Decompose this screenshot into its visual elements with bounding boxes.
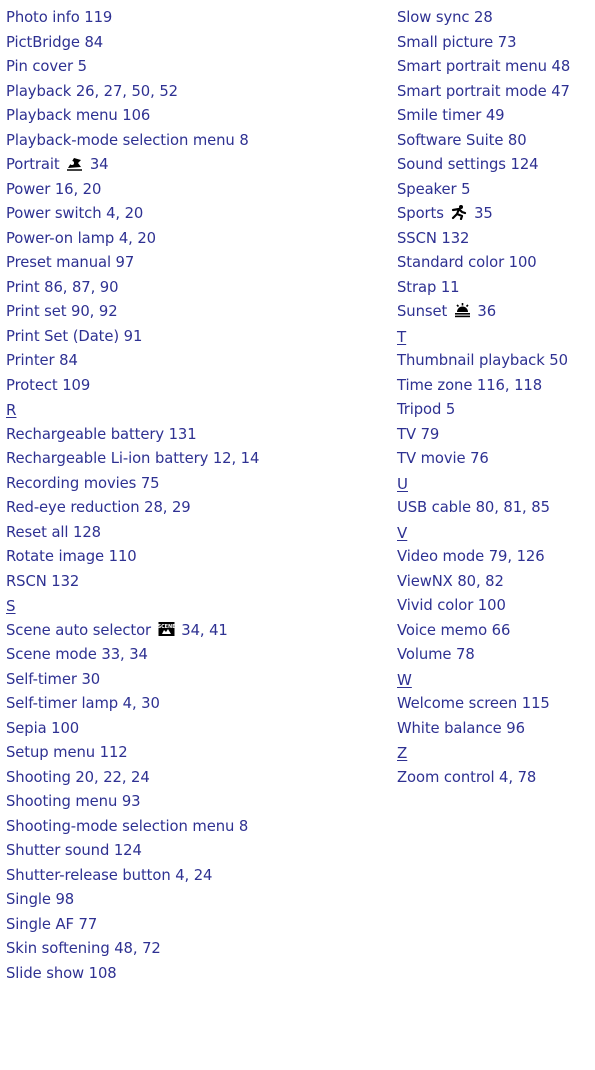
index-entry-label: Sunset bbox=[397, 303, 448, 320]
index-entry: Shooting 20, 22, 24 bbox=[6, 768, 150, 786]
index-entry: Pin cover 5 bbox=[6, 58, 87, 75]
index-letter-heading: W bbox=[397, 670, 412, 689]
scene-auto-icon: SCENE bbox=[158, 621, 175, 637]
index-entry: Rotate image 110 bbox=[6, 548, 137, 565]
index-entry-label: Sports bbox=[397, 205, 444, 222]
index-entry: Video mode 79, 126 bbox=[397, 548, 545, 565]
index-entry: Power 16, 20 bbox=[6, 180, 102, 198]
index-entry: Standard color 100 bbox=[397, 254, 537, 271]
index-entry: Strap 11 bbox=[397, 278, 460, 296]
index-entry: TV 79 bbox=[397, 425, 440, 443]
index-entry: Setup menu 112 bbox=[6, 744, 128, 761]
index-letter-heading: U bbox=[397, 474, 408, 493]
index-entry: Sports 35 bbox=[397, 202, 595, 227]
index-entry: Shutter sound 124 bbox=[6, 842, 142, 859]
index-entry: Smart portrait menu 48 bbox=[397, 58, 571, 75]
index-entry: Preset manual 97 bbox=[6, 254, 135, 271]
index-entry: Slow sync 28 bbox=[397, 9, 493, 26]
index-entry: Time zone 116, 118 bbox=[397, 376, 543, 394]
index-entry: Tripod 5 bbox=[397, 401, 456, 418]
index-entry: Scene mode 33, 34 bbox=[6, 646, 148, 663]
index-entry: Smart portrait mode 47 bbox=[397, 82, 570, 100]
sports-icon bbox=[450, 204, 467, 220]
index-letter-heading: R bbox=[6, 401, 17, 419]
index-entry: Welcome screen 115 bbox=[397, 695, 550, 712]
index-entry-pages: 36 bbox=[477, 303, 497, 320]
index-entry: Rechargeable Li-ion battery 12, 14 bbox=[6, 450, 260, 467]
index-entry-pages: 35 bbox=[474, 205, 493, 222]
index-entry: Thumbnail playback 50 bbox=[397, 352, 568, 369]
index-entry: Software Suite 80 bbox=[397, 131, 527, 149]
index-column-left: Photo info 119 PictBridge 84 Pin cover 5 Pl… bbox=[6, 6, 366, 986]
index-entry: Self-timer lamp 4, 30 bbox=[6, 695, 160, 712]
index-entry: SSCN 132 bbox=[397, 229, 470, 247]
index-entry: Protect 109 bbox=[6, 376, 91, 394]
index-entry: Print 86, 87, 90 bbox=[6, 278, 119, 296]
index-entry: Smile timer 49 bbox=[397, 107, 505, 124]
index-entry: Playback 26, 27, 50, 52 bbox=[6, 82, 178, 100]
index-entry-pages: 34 bbox=[89, 156, 109, 173]
index-entry: Playback menu 106 bbox=[6, 107, 151, 124]
index-entry: Skin softening 48, 72 bbox=[6, 940, 161, 957]
index-letter-heading: Z bbox=[397, 744, 408, 762]
index-entry: Sunset 36 bbox=[397, 300, 595, 325]
portrait-icon bbox=[66, 155, 83, 171]
index-entry: Sepia 100 bbox=[6, 719, 80, 737]
svg-text:SCENE: SCENE bbox=[158, 624, 175, 630]
index-entry: ViewNX 80, 82 bbox=[397, 572, 504, 590]
index-entry: Speaker 5 bbox=[397, 180, 471, 198]
sunset-icon bbox=[454, 302, 471, 318]
index-letter-heading: V bbox=[397, 523, 408, 542]
index-entry: Shooting-mode selection menu 8 bbox=[6, 817, 249, 835]
index-entry-label: Scene auto selector bbox=[6, 621, 152, 639]
index-entry: Zoom control 4, 78 bbox=[397, 768, 537, 786]
index-entry: RSCN 132 bbox=[6, 572, 80, 590]
index-entry: Voice memo 66 bbox=[397, 621, 511, 639]
index-entry: Printer 84 bbox=[6, 352, 78, 369]
index-entry-pages: 34, 41 bbox=[181, 621, 228, 639]
index-entry: Print Set (Date) 91 bbox=[6, 327, 143, 345]
index-entry: Sound settings 124 bbox=[397, 156, 539, 173]
index-entry: Power-on lamp 4, 20 bbox=[6, 229, 156, 247]
index-entry: Print set 90, 92 bbox=[6, 303, 118, 320]
index-entry: Reset all 128 bbox=[6, 523, 101, 541]
index-entry: Self-timer 30 bbox=[6, 670, 101, 688]
index-entry: Portrait 34 bbox=[6, 153, 366, 178]
index-entry: USB cable 80, 81, 85 bbox=[397, 499, 550, 516]
index-entry: Volume 78 bbox=[397, 646, 475, 663]
index-entry: Shutter-release button 4, 24 bbox=[6, 866, 213, 884]
index-entry: Single 98 bbox=[6, 891, 75, 908]
index-entry: TV movie 76 bbox=[397, 450, 489, 467]
index-letter-heading: T bbox=[397, 327, 407, 346]
index-entry: Single AF 77 bbox=[6, 915, 98, 933]
index-letter-heading: S bbox=[6, 597, 16, 615]
index-entry: White balance 96 bbox=[397, 719, 525, 737]
index-entry: Recording movies 75 bbox=[6, 474, 160, 492]
index-entry-label: Portrait bbox=[6, 156, 60, 173]
index-entry: PictBridge 84 bbox=[6, 33, 104, 51]
index-entry: Power switch 4, 20 bbox=[6, 205, 144, 222]
index-entry: Slide show 108 bbox=[6, 964, 117, 982]
index-entry: Red-eye reduction 28, 29 bbox=[6, 499, 191, 516]
index-entry: Scene auto selector SCENE 34, 41 bbox=[6, 619, 366, 644]
index-entry: Rechargeable battery 131 bbox=[6, 425, 197, 443]
index-entry: Playback-mode selection menu 8 bbox=[6, 131, 249, 149]
index-entry: Photo info 119 bbox=[6, 9, 113, 26]
index-entry: Shooting menu 93 bbox=[6, 793, 141, 810]
index-entry: Small picture 73 bbox=[397, 33, 517, 51]
index-entry: Vivid color 100 bbox=[397, 597, 506, 614]
index-column-right: Slow sync 28 Small picture 73 Smart portra… bbox=[397, 6, 595, 790]
